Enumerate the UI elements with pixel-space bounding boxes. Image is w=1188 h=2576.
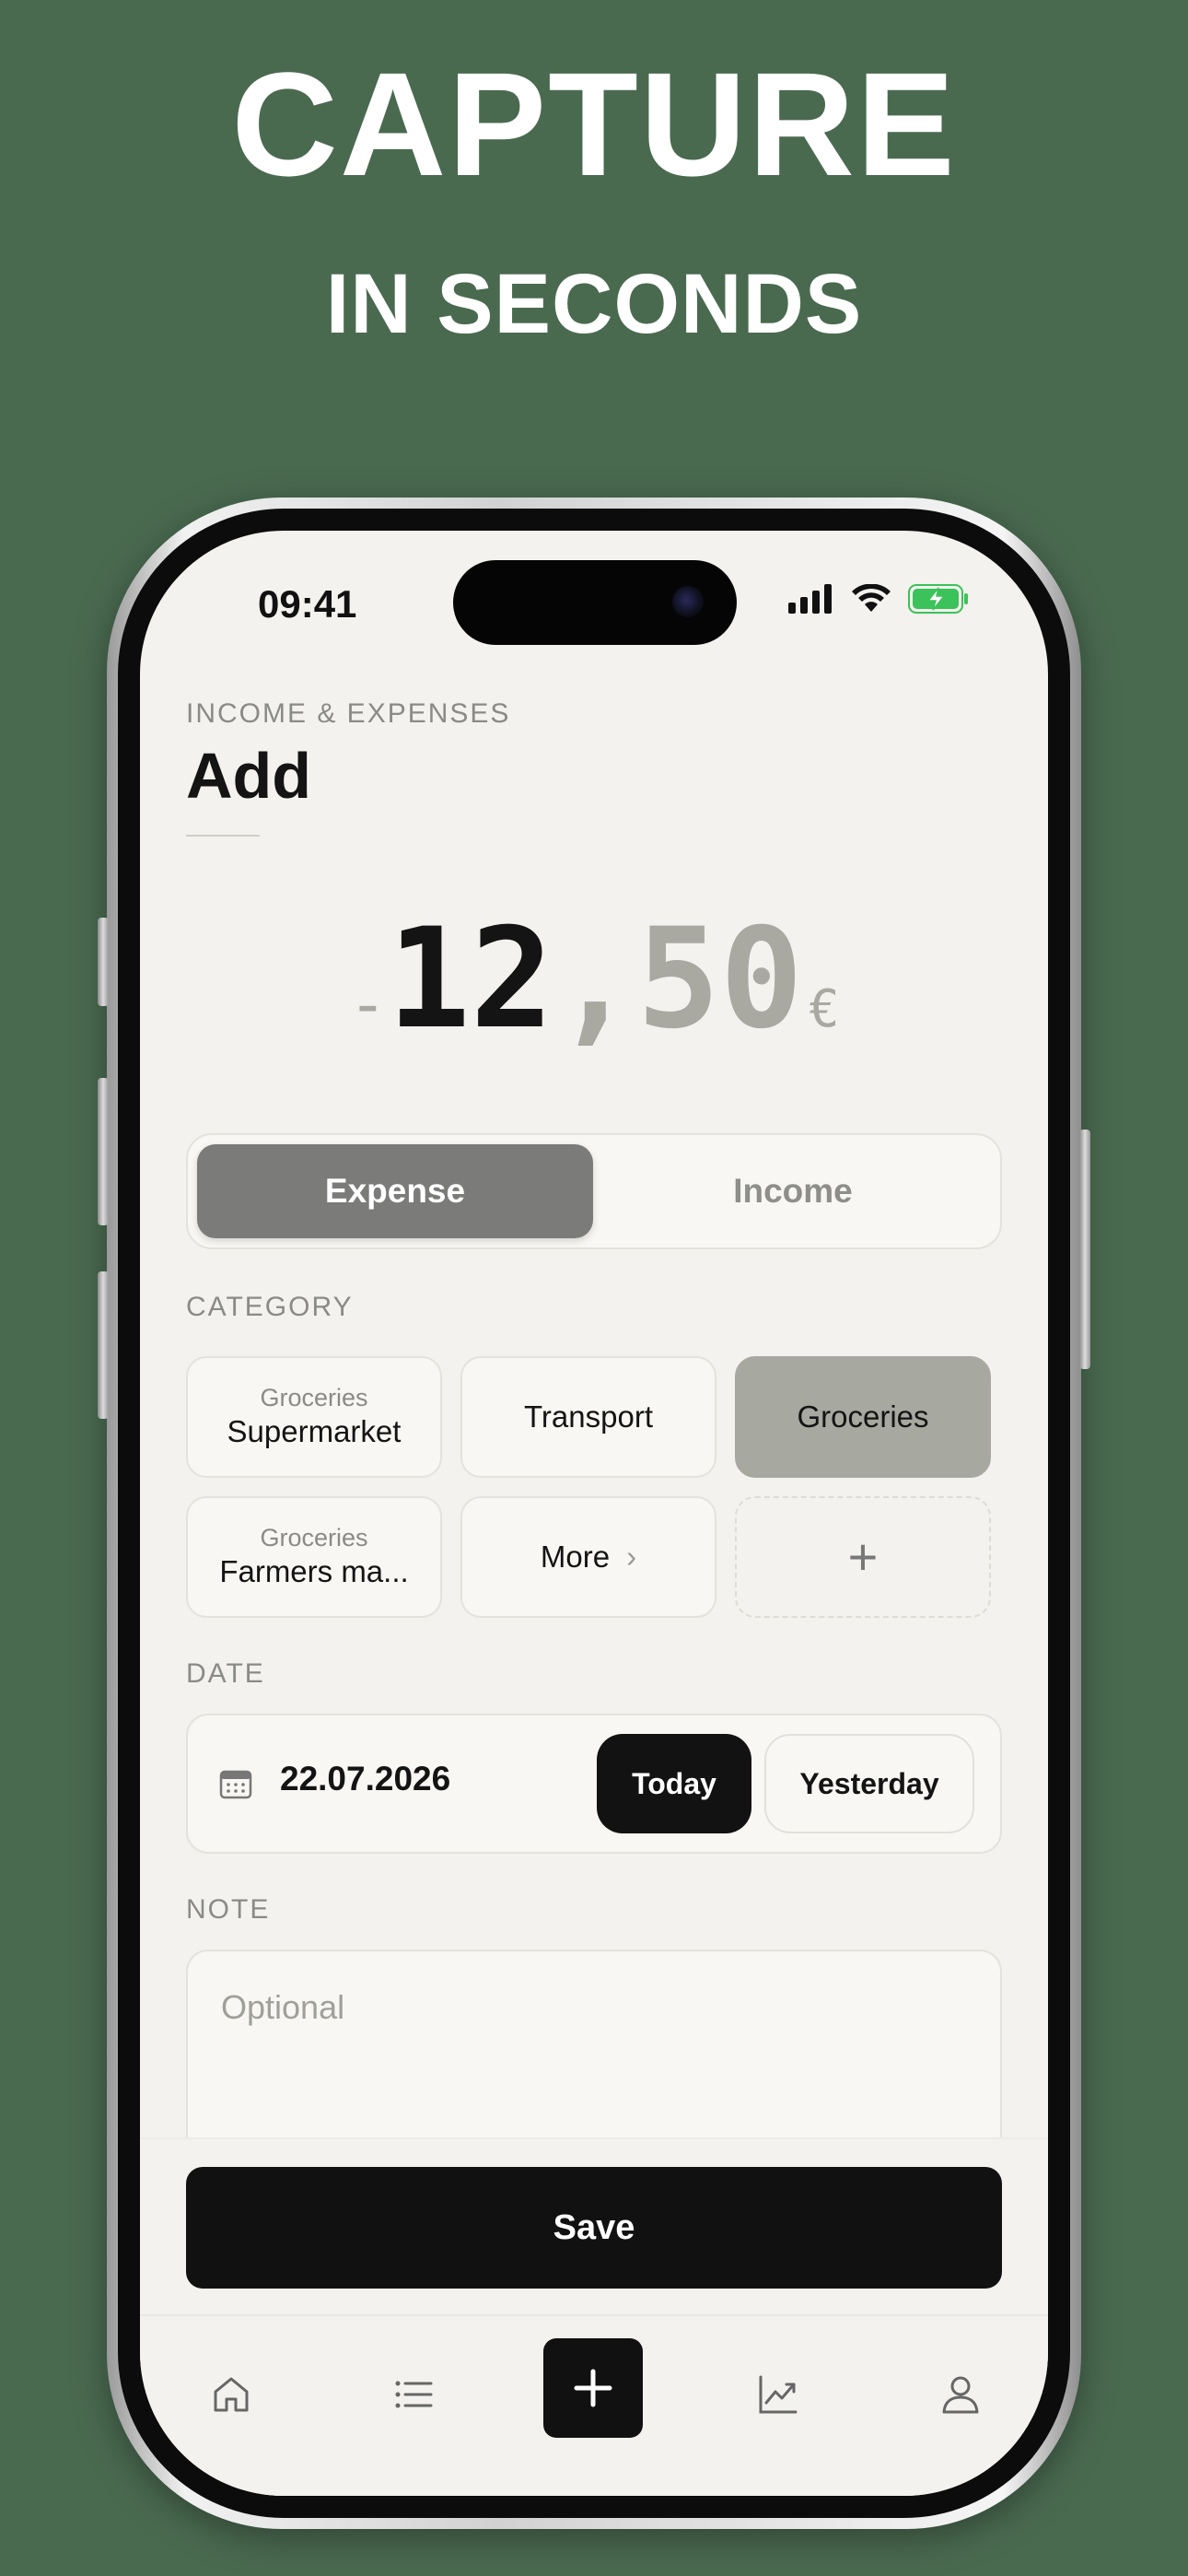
save-button[interactable]: Save xyxy=(186,2167,1002,2289)
amount-display[interactable]: -12,50 € xyxy=(140,899,1048,1060)
category-label: CATEGORY xyxy=(186,1292,354,1322)
yesterday-button[interactable]: Yesterday xyxy=(764,1734,974,1833)
tab-add[interactable] xyxy=(543,2338,643,2438)
chip-label: Supermarket xyxy=(227,1414,402,1448)
list-icon xyxy=(395,2381,433,2408)
volume-up-button xyxy=(98,1078,109,1225)
chevron-right-icon: › xyxy=(626,1540,637,1574)
page-title: Add xyxy=(186,740,312,812)
camera-icon xyxy=(672,586,704,617)
category-more-button[interactable]: More › xyxy=(460,1496,716,1618)
status-time: 09:41 xyxy=(258,582,357,626)
tab-bar xyxy=(140,2314,1048,2496)
chip-label: More xyxy=(540,1540,611,1574)
expense-toggle-button[interactable]: Expense xyxy=(197,1144,593,1238)
wifi-icon xyxy=(852,584,891,612)
plus-icon: + xyxy=(847,1528,879,1586)
income-toggle-button[interactable]: Income xyxy=(595,1144,991,1238)
type-toggle: Expense Income xyxy=(186,1133,1002,1249)
tab-transactions[interactable] xyxy=(381,2362,446,2427)
home-icon xyxy=(214,2377,249,2412)
category-chip-farmers-market[interactable]: Groceries Farmers ma... xyxy=(186,1496,442,1618)
battery-charging-icon xyxy=(908,584,968,614)
tab-profile[interactable] xyxy=(928,2362,993,2427)
profile-icon xyxy=(942,2376,979,2414)
chip-label: Transport xyxy=(524,1399,653,1434)
note-label: NOTE xyxy=(186,1894,271,1925)
category-chip-groceries[interactable]: Groceries xyxy=(735,1356,991,1478)
chip-parent-label: Groceries xyxy=(260,1524,368,1551)
amount-sign: - xyxy=(348,966,388,1042)
promo-headline: CAPTURE xyxy=(231,41,957,206)
promo-subheadline: IN SECONDS xyxy=(325,257,863,351)
category-chip-supermarket[interactable]: Groceries Supermarket xyxy=(186,1356,442,1478)
add-category-button[interactable]: + xyxy=(735,1496,991,1618)
amount-separator: , xyxy=(553,899,637,1060)
note-placeholder: Optional xyxy=(221,1988,345,2026)
title-divider xyxy=(186,835,260,837)
status-icons xyxy=(788,584,969,614)
tab-stats[interactable] xyxy=(746,2362,810,2427)
phone-screen: 09:41 INCOME & EXPENSES Add -12,50 € Expe… xyxy=(140,531,1048,2496)
action-button xyxy=(98,918,109,1006)
chip-label: Groceries xyxy=(797,1399,929,1434)
plus-icon xyxy=(574,2369,612,2407)
today-button[interactable]: Today xyxy=(597,1734,751,1833)
chip-parent-label: Groceries xyxy=(260,1384,368,1411)
power-button xyxy=(1079,1130,1090,1369)
tab-home[interactable] xyxy=(199,2362,263,2427)
category-chip-transport[interactable]: Transport xyxy=(460,1356,716,1478)
date-label: DATE xyxy=(186,1658,265,1689)
date-field[interactable]: 22.07.2026 Today Yesterday xyxy=(186,1714,1002,1854)
header-eyebrow: INCOME & EXPENSES xyxy=(186,698,511,729)
chip-label: Farmers ma... xyxy=(219,1554,409,1588)
volume-down-button xyxy=(98,1271,109,1419)
amount-currency: € xyxy=(809,979,840,1039)
amount-decimals: 50 xyxy=(636,899,803,1060)
date-value: 22.07.2026 xyxy=(280,1760,451,1797)
amount-integer: 12 xyxy=(387,899,554,1060)
chart-icon xyxy=(759,2375,798,2414)
dynamic-island xyxy=(453,560,737,645)
cellular-signal-icon xyxy=(788,584,832,614)
calendar-icon xyxy=(219,1770,252,1799)
